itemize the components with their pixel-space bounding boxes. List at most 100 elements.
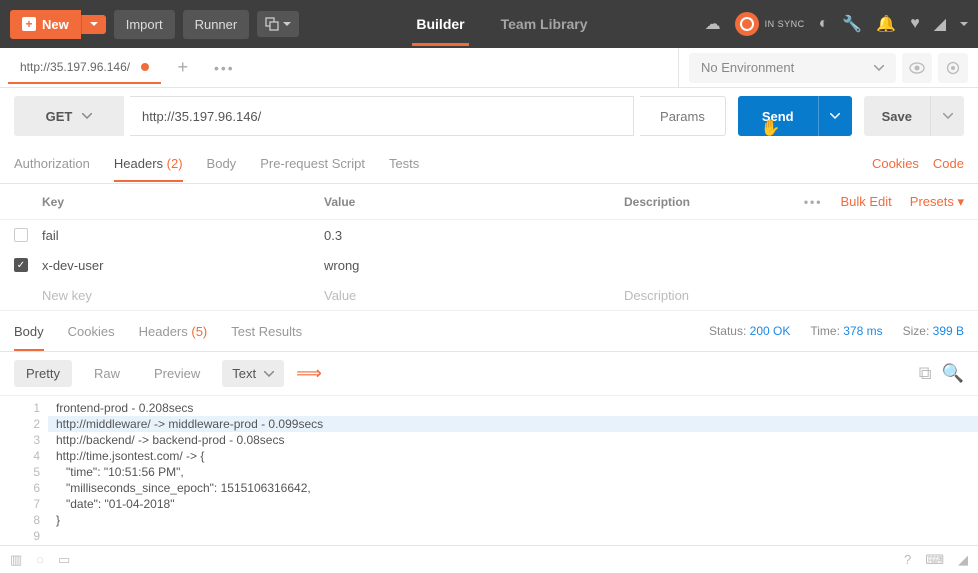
bell-icon[interactable]: 🔔 [876,14,896,34]
bottom-bar: ▥ ◌ ▭ ? ⌨ ◢ [0,545,978,573]
chevron-down-icon [874,65,884,71]
status-value: 200 OK [750,324,791,338]
subtab-headers[interactable]: Headers (2) [114,146,183,181]
response-meta: Status: 200 OK Time: 378 ms Size: 399 B [709,324,964,338]
view-mode-label: Text [232,366,256,381]
runner-button[interactable]: Runner [183,10,250,39]
view-preview[interactable]: Preview [142,360,212,387]
request-tab[interactable]: http://35.197.96.146/ [8,52,161,84]
lines[interactable]: frontend-prod - 0.208secshttp://middlewa… [48,396,978,548]
new-key-placeholder: New key [42,288,324,303]
resp-tab-headers[interactable]: Headers (5) [139,313,208,350]
resize-icon[interactable]: ◢ [958,552,968,568]
presets-link[interactable]: Presets ▾ [910,194,964,210]
status-block: Status: 200 OK [709,324,790,338]
send-dropdown[interactable] [818,96,852,136]
header-value[interactable]: wrong [324,258,624,273]
checkbox[interactable]: ✓ [14,258,28,272]
table-row[interactable]: fail0.3 [0,220,978,250]
wrench-icon[interactable]: 🔧 [842,14,862,34]
response-tabs: Body Cookies Headers (5) Test Results St… [0,310,978,352]
window-button[interactable] [257,11,299,37]
heart-icon[interactable]: ♥ [910,15,920,33]
url-input[interactable] [130,96,634,136]
env-preview-button[interactable] [902,53,932,83]
bulk-edit-link[interactable]: Bulk Edit [840,194,891,209]
headers-rows: fail0.3 ✓ x-dev-userwrong [0,220,978,280]
headers-new-row[interactable]: New key Value Description [0,280,978,310]
sync-indicator[interactable]: IN SYNC [735,12,805,36]
resp-tab-test-results[interactable]: Test Results [231,313,302,350]
subtab-headers-count: (2) [167,156,183,171]
chevron-down-icon [82,113,92,119]
gear-icon [946,61,960,75]
code-link[interactable]: Code [933,156,964,171]
globe-icon[interactable]: ◐ [819,15,829,33]
console-icon[interactable]: ▭ [58,552,70,568]
new-label: New [42,17,69,32]
col-more-icon[interactable]: ••• [804,195,823,209]
top-right: ☁ IN SYNC ◐ 🔧 🔔 ♥ ◢ [705,12,968,36]
response-viewbar: Pretty Raw Preview Text ⟹ ⧉ 🔍 [0,352,978,396]
header-key[interactable]: x-dev-user [42,258,324,273]
chevron-down-icon [90,22,98,27]
new-dropdown[interactable] [81,15,106,34]
request-subtabs: Authorization Headers (2) Body Pre-reque… [0,144,978,184]
view-pretty[interactable]: Pretty [14,360,72,387]
environment-select[interactable]: No Environment [689,53,896,83]
tab-builder[interactable]: Builder [412,2,468,46]
help-icon[interactable]: ? [904,552,911,567]
chevron-down-icon [943,113,953,119]
sync-badge-icon [735,12,759,36]
wrap-toggle[interactable]: ⟹ [294,360,324,388]
sidebar-toggle-icon[interactable]: ▥ [10,552,22,568]
size-value: 399 B [933,324,964,338]
table-row[interactable]: ✓ x-dev-userwrong [0,250,978,280]
env-settings-button[interactable] [938,53,968,83]
new-button-group: + New [10,10,106,39]
new-button[interactable]: + New [10,10,81,39]
time-block: Time: 378 ms [810,324,882,338]
resp-headers-label: Headers [139,324,188,339]
new-desc-placeholder: Description [624,288,964,303]
find-icon[interactable]: ◌ [36,552,44,567]
tabs-more-button[interactable]: ••• [204,54,245,82]
send-button[interactable]: Send ✋ [738,96,818,136]
signal-icon[interactable]: ◢ [934,14,946,34]
subtab-tests[interactable]: Tests [389,146,419,181]
cursor-icon: ✋ [761,118,781,138]
view-mode-select[interactable]: Text [222,360,284,387]
save-dropdown[interactable] [930,96,964,136]
gutter: 123456789 [0,396,48,548]
params-button[interactable]: Params [640,96,726,136]
header-value[interactable]: 0.3 [324,228,624,243]
col-desc: Description [624,195,804,209]
subtab-body[interactable]: Body [207,146,237,181]
subtab-headers-label: Headers [114,156,163,171]
copy-icon[interactable]: ⧉ [919,363,932,384]
col-value: Value [324,195,624,209]
search-icon[interactable]: 🔍 [942,363,964,384]
subtab-prerequest[interactable]: Pre-request Script [260,146,365,181]
import-button[interactable]: Import [114,10,175,39]
resp-headers-count: (5) [191,324,207,339]
response-body: 123456789 frontend-prod - 0.208secshttp:… [0,396,978,548]
cloud-icon[interactable]: ☁ [705,14,721,34]
size-label: Size: [903,324,930,338]
chevron-down-icon[interactable] [960,22,968,27]
env-selected: No Environment [701,60,794,75]
resp-tab-cookies[interactable]: Cookies [68,313,115,350]
save-button[interactable]: Save [864,96,930,136]
tab-team-library[interactable]: Team Library [497,2,592,46]
checkbox[interactable] [14,228,28,242]
subtab-authorization[interactable]: Authorization [14,146,90,181]
header-key[interactable]: fail [42,228,324,243]
view-raw[interactable]: Raw [82,360,132,387]
resp-tab-body[interactable]: Body [14,313,44,350]
new-value-placeholder: Value [324,288,624,303]
method-select[interactable]: GET [14,96,124,136]
cookies-link[interactable]: Cookies [872,156,919,171]
keyboard-icon[interactable]: ⌨ [925,552,944,568]
chevron-down-icon [264,371,274,377]
add-tab-button[interactable]: + [167,51,198,84]
